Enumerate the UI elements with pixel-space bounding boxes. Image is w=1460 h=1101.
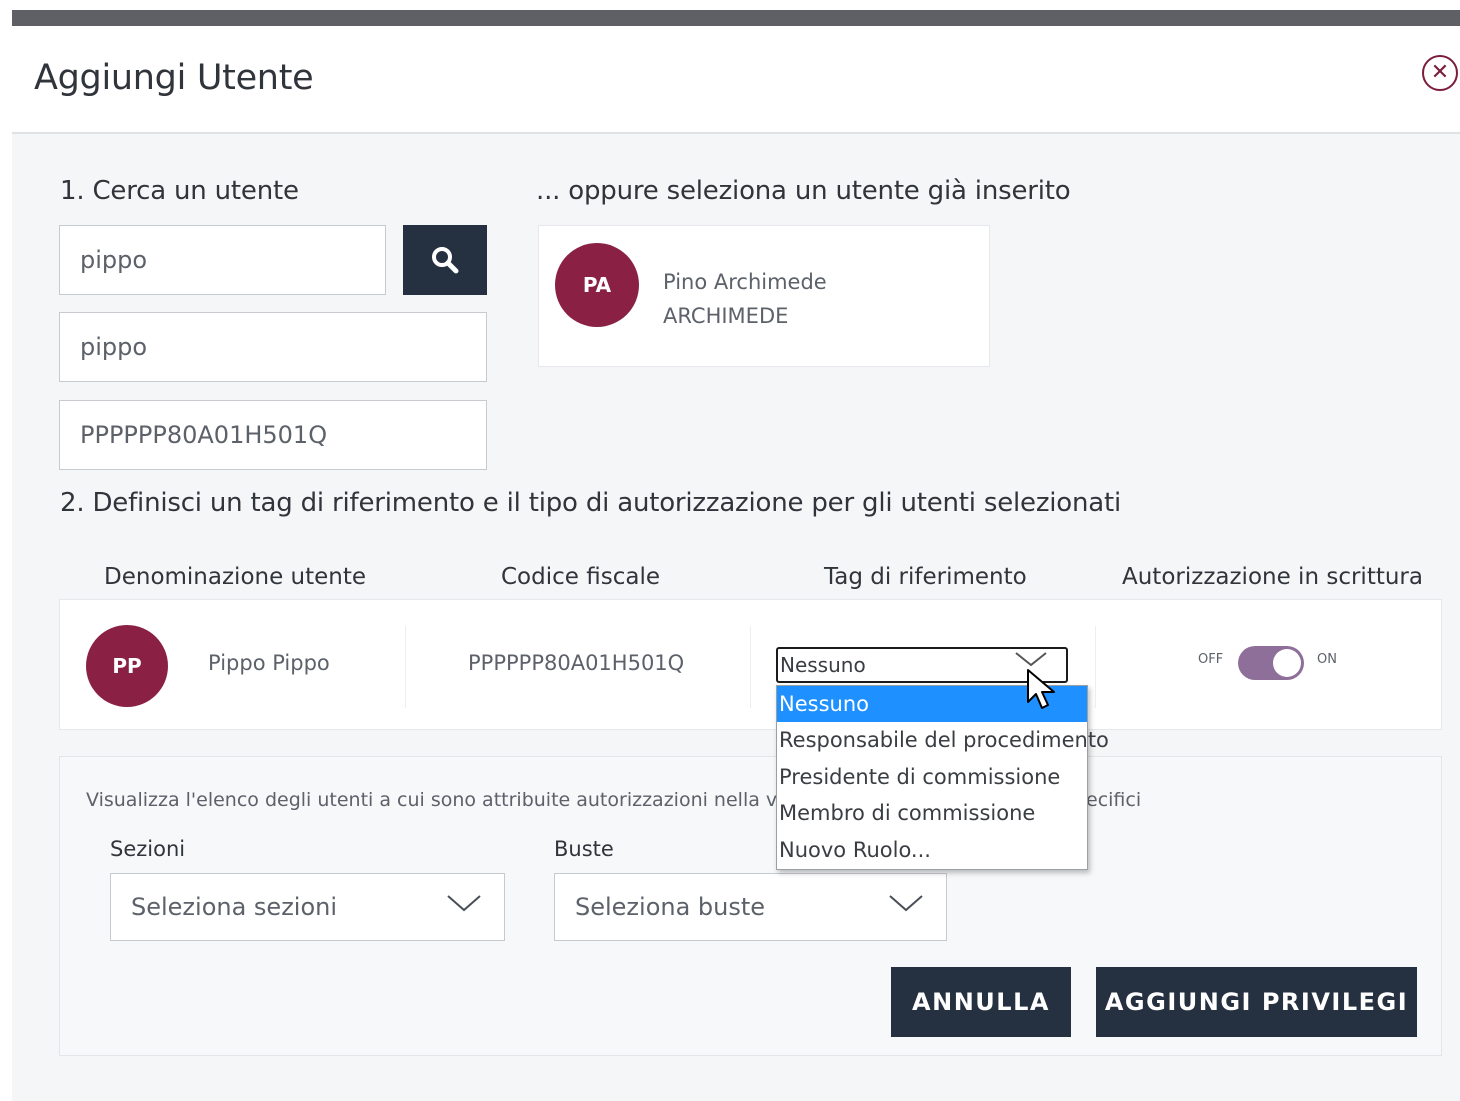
search-icon (432, 247, 459, 274)
avatar: PA (555, 243, 639, 327)
filters-info-text-tail: ecifici (1086, 789, 1142, 811)
sections-label: Sezioni (110, 837, 186, 861)
chevron-down-icon (446, 892, 482, 920)
modal-title: Aggiungi Utente (34, 58, 314, 98)
tag-select[interactable]: Nessuno (776, 647, 1068, 683)
column-header-fiscal-code: Codice fiscale (501, 564, 660, 590)
existing-user-surname: ARCHIMEDE (663, 304, 789, 328)
name-field[interactable]: pippo (59, 312, 487, 382)
column-divider (750, 626, 751, 708)
search-button[interactable] (403, 225, 487, 295)
add-user-modal: Aggiungi Utente ✕ 1. Cerca un utente pip… (12, 26, 1460, 1101)
row-fiscal-code: PPPPPP80A01H501Q (468, 651, 685, 675)
sections-select[interactable]: Seleziona sezioni (110, 873, 505, 941)
envelopes-select-placeholder: Seleziona buste (575, 893, 766, 921)
chevron-down-icon (888, 892, 924, 920)
tag-option[interactable]: Presidente di commissione (777, 759, 1087, 795)
row-user-name: Pippo Pippo (208, 651, 330, 675)
mouse-pointer-icon (1026, 668, 1058, 716)
tag-option[interactable]: Nuovo Ruolo... (777, 832, 1087, 868)
tag-option[interactable]: Responsabile del procedimento (777, 722, 1109, 758)
search-section-label: 1. Cerca un utente (60, 176, 299, 206)
existing-user-card[interactable]: PA Pino Archimede ARCHIMEDE (538, 225, 990, 367)
tag-option[interactable]: Membro di commissione (777, 795, 1087, 831)
existing-user-name: Pino Archimede (663, 270, 827, 294)
column-header-tag: Tag di riferimento (824, 564, 1027, 590)
column-header-user-name: Denominazione utente (104, 564, 367, 590)
existing-user-section-label: ... oppure seleziona un utente già inser… (536, 176, 1071, 206)
column-header-write-permission: Autorizzazione in scrittura (1122, 564, 1423, 590)
window-top-bar (12, 10, 1460, 26)
toggle-off-label: OFF (1198, 652, 1224, 667)
column-divider (1095, 626, 1096, 708)
search-input[interactable]: pippo (59, 225, 386, 295)
toggle-knob (1273, 649, 1301, 677)
cancel-button[interactable]: ANNULLA (891, 967, 1071, 1037)
filters-info-text: Visualizza l'elenco degli utenti a cui s… (86, 789, 778, 811)
filters-panel: Visualizza l'elenco degli utenti a cui s… (59, 756, 1442, 1056)
modal-header: Aggiungi Utente ✕ (12, 26, 1460, 134)
close-icon[interactable]: ✕ (1422, 55, 1458, 91)
write-permission-toggle[interactable] (1238, 646, 1304, 680)
toggle-on-label: ON (1317, 652, 1337, 667)
add-privileges-button[interactable]: AGGIUNGI PRIVILEGI (1096, 967, 1417, 1037)
column-divider (405, 626, 406, 708)
sections-select-placeholder: Seleziona sezioni (131, 893, 338, 921)
fiscal-code-field[interactable]: PPPPPP80A01H501Q (59, 400, 487, 470)
envelopes-label: Buste (554, 837, 614, 861)
table-row: PP Pippo Pippo PPPPPP80A01H501Q Nessuno … (59, 599, 1442, 730)
avatar: PP (86, 625, 168, 707)
permissions-section-label: 2. Definisci un tag di riferimento e il … (60, 488, 1122, 518)
envelopes-select[interactable]: Seleziona buste (554, 873, 947, 941)
tag-select-value: Nessuno (780, 653, 866, 677)
